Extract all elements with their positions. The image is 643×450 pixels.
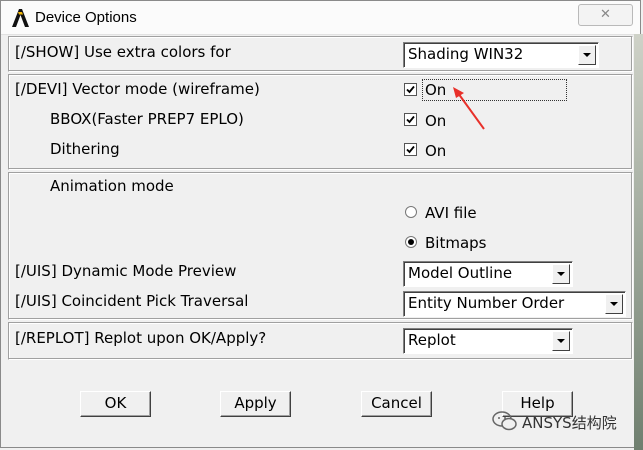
annotation-arrow-icon — [453, 87, 485, 130]
avi-file-label: AVI file — [425, 204, 477, 222]
extra-colors-dropdown[interactable]: Shading WIN32 — [403, 42, 599, 68]
checkmark-icon — [406, 85, 415, 94]
bitmaps-radio[interactable] — [405, 236, 417, 248]
title-bar: Device Options ✕ — [1, 1, 640, 35]
vector-mode-label: [/DEVI] Vector mode (wireframe) — [15, 80, 260, 98]
pick-traversal-value: Entity Number Order — [408, 294, 565, 312]
chevron-down-icon[interactable] — [578, 45, 596, 65]
replot-value: Replot — [408, 331, 456, 349]
pick-traversal-dropdown[interactable]: Entity Number Order — [403, 291, 626, 317]
pick-traversal-label: [/UIS] Coincident Pick Traversal — [15, 292, 249, 310]
bbox-label: BBOX(Faster PREP7 EPLO) — [50, 110, 244, 128]
apply-button[interactable]: Apply — [220, 391, 291, 417]
show-label: [/SHOW] Use extra colors for — [15, 43, 231, 61]
chevron-down-icon[interactable] — [552, 331, 570, 351]
window-title: Device Options — [35, 9, 137, 26]
replot-dropdown[interactable]: Replot — [403, 328, 573, 354]
checkmark-icon — [406, 145, 415, 154]
ansys-logo-icon — [9, 7, 31, 29]
dithering-value: On — [425, 142, 447, 160]
close-button[interactable]: ✕ — [578, 4, 633, 26]
wechat-icon — [492, 411, 517, 431]
chevron-down-icon[interactable] — [552, 264, 570, 284]
bbox-checkbox[interactable] — [404, 113, 417, 126]
dithering-checkbox[interactable] — [404, 143, 417, 156]
watermark-text: ANSYS结构院 — [522, 414, 617, 432]
animation-mode-label: Animation mode — [50, 177, 174, 195]
checkmark-icon — [406, 115, 415, 124]
close-icon: ✕ — [600, 7, 611, 22]
bitmaps-label: Bitmaps — [425, 234, 487, 252]
avi-file-radio[interactable] — [405, 206, 417, 218]
dynamic-mode-dropdown[interactable]: Model Outline — [403, 261, 573, 287]
cancel-button[interactable]: Cancel — [361, 391, 432, 417]
chevron-down-icon[interactable] — [605, 294, 623, 314]
dynamic-mode-value: Model Outline — [408, 264, 513, 282]
vector-mode-checkbox[interactable] — [404, 83, 417, 96]
dynamic-mode-label: [/UIS] Dynamic Mode Preview — [15, 262, 237, 280]
dithering-label: Dithering — [50, 140, 120, 158]
ok-button[interactable]: OK — [80, 391, 151, 417]
replot-label: [/REPLOT] Replot upon OK/Apply? — [15, 329, 267, 347]
background-edge — [634, 34, 643, 450]
extra-colors-value: Shading WIN32 — [408, 45, 524, 63]
